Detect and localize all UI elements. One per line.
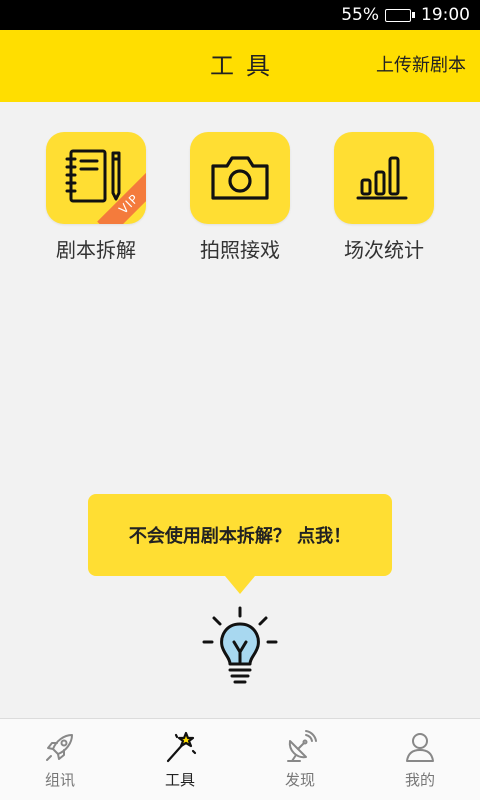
satellite-dish-icon	[287, 730, 317, 762]
user-icon	[406, 733, 434, 762]
tool-tile[interactable]	[190, 132, 290, 224]
tool-tile[interactable]: VIP	[46, 132, 146, 224]
magic-wand-icon	[166, 731, 197, 763]
rocket-icon	[46, 734, 73, 761]
tool-script-breakdown[interactable]: VIP 剧本拆解	[36, 132, 156, 263]
tab-label: 发现	[284, 771, 315, 789]
tool-scene-stats[interactable]: 场次统计	[324, 132, 444, 263]
tab-label: 组讯	[44, 771, 75, 789]
help-tip-text: 不会使用剧本拆解？ 点我！	[128, 526, 352, 547]
bar-chart-icon	[356, 156, 408, 200]
help-tip-bubble[interactable]: 不会使用剧本拆解？ 点我！	[88, 494, 392, 576]
bubble-tail	[225, 576, 255, 594]
tab-label: 我的	[404, 771, 435, 789]
tab-me[interactable]: 我的	[360, 719, 480, 800]
tab-group-news[interactable]: 组讯	[0, 719, 120, 800]
bottom-tab-bar: 组讯 工具 发现 我的	[0, 718, 480, 800]
status-time: 19:00	[421, 5, 470, 25]
upload-script-button[interactable]: 上传新剧本	[376, 30, 466, 102]
tool-tile[interactable]	[334, 132, 434, 224]
lightbulb-icon[interactable]	[200, 604, 280, 692]
tab-tools[interactable]: 工具	[120, 719, 240, 800]
tool-photo-continuity[interactable]: 拍照接戏	[180, 132, 300, 263]
battery-icon	[385, 8, 415, 22]
camera-icon	[211, 156, 269, 200]
tab-discover[interactable]: 发现	[240, 719, 360, 800]
tool-label: 场次统计	[344, 238, 424, 262]
tool-label: 拍照接戏	[200, 238, 280, 262]
tab-label: 工具	[164, 771, 195, 789]
status-bar: 55% 19:00	[0, 0, 480, 30]
tools-grid: VIP 剧本拆解 拍照接戏 场次统计	[0, 132, 480, 272]
tool-label: 剧本拆解	[56, 238, 136, 262]
battery-percent: 55%	[341, 5, 379, 25]
header: 工具 上传新剧本	[0, 30, 480, 102]
